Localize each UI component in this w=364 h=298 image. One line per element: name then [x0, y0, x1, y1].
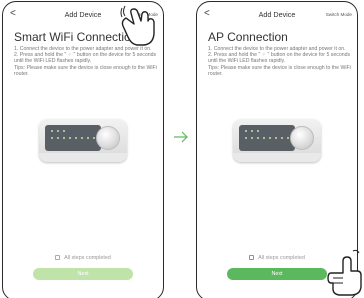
nav-bar: < Add Device Switch Mode: [197, 8, 357, 22]
next-button[interactable]: Next: [227, 268, 327, 280]
all-steps-checkbox[interactable]: [249, 255, 255, 260]
device-dial: [290, 126, 314, 150]
device-image: [39, 119, 127, 162]
all-steps-checkbox[interactable]: [55, 255, 61, 260]
all-steps-label: All steps completed: [258, 255, 305, 261]
instructions-text: 1. Connect the device to the power adapt…: [208, 46, 351, 77]
device-base: [233, 153, 321, 162]
device-image: [233, 119, 321, 162]
device-panel: [45, 125, 101, 151]
connection-heading: Smart WiFi Connection: [14, 30, 138, 44]
arrow-right-icon: [174, 131, 188, 143]
device-base: [39, 153, 127, 162]
all-steps-label: All steps completed: [64, 255, 111, 261]
instructions-text: 1. Connect the device to the power adapt…: [14, 46, 157, 77]
hand-pointer-icon: [120, 5, 155, 46]
all-steps-checkbox-row[interactable]: All steps completed: [3, 255, 163, 261]
next-button[interactable]: Next: [33, 268, 133, 280]
device-dial: [96, 126, 120, 150]
switch-mode-button[interactable]: Switch Mode: [326, 8, 352, 22]
device-panel: [239, 125, 295, 151]
connection-heading: AP Connection: [208, 30, 288, 44]
hand-pointer-icon: [327, 249, 362, 296]
